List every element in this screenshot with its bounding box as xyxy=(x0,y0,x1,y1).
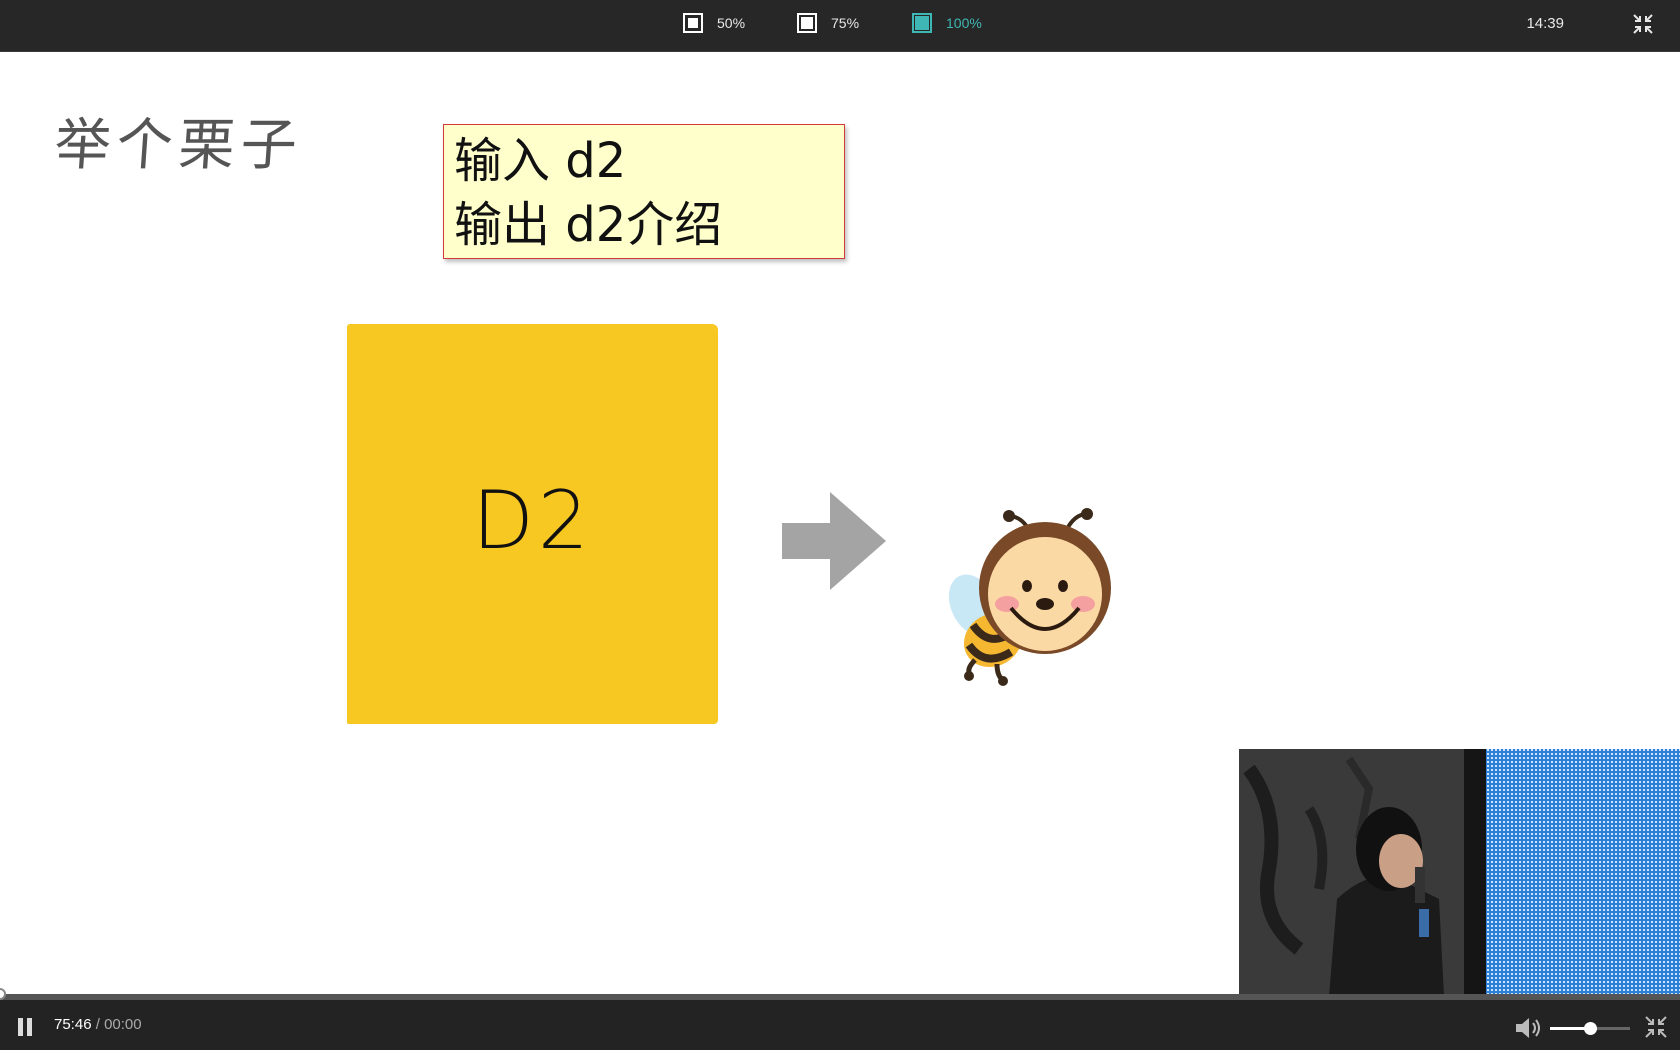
progress-bar[interactable] xyxy=(0,988,1680,1000)
zoom-100-label: 100% xyxy=(946,15,982,31)
speaker-webcam xyxy=(1239,749,1680,996)
d2-card-text: D2 xyxy=(472,474,593,567)
volume-slider[interactable] xyxy=(1550,1022,1630,1035)
duration: 00:00 xyxy=(104,1016,142,1033)
zoom-50-icon xyxy=(683,13,703,33)
annotation-note: 输入 d2 输出 d2介绍 xyxy=(443,124,845,259)
time-separator: / xyxy=(91,1016,105,1033)
note-line-output: 输出 d2介绍 xyxy=(454,197,723,253)
current-time: 75:46 xyxy=(54,1016,92,1033)
zoom-option-75[interactable]: 75% xyxy=(797,10,859,36)
zoom-100-icon xyxy=(912,13,932,33)
exit-fullscreen-icon[interactable] xyxy=(1644,1015,1668,1039)
zoom-75-label: 75% xyxy=(831,15,860,31)
player-controls: 75:46 / 00:00 xyxy=(0,988,1680,1050)
zoom-75-icon xyxy=(797,13,817,33)
volume-handle[interactable] xyxy=(1584,1022,1597,1035)
top-toolbar: 50% 75% 100% 14:39 xyxy=(0,0,1680,52)
right-arrow-icon xyxy=(782,492,886,590)
exit-fullscreen-icon[interactable] xyxy=(1632,13,1654,35)
speaker-icon[interactable] xyxy=(1514,1016,1542,1040)
slide-title: 举个栗子 xyxy=(52,113,305,178)
zoom-option-100[interactable]: 100% xyxy=(912,10,982,36)
zoom-option-50[interactable]: 50% xyxy=(683,10,745,36)
webcam-image xyxy=(1239,749,1680,996)
pause-icon[interactable] xyxy=(18,1018,36,1036)
clock: 14:39 xyxy=(1526,15,1564,32)
note-line-input: 输入 d2 xyxy=(454,133,627,189)
bee-icon xyxy=(948,508,1111,686)
time-display: 75:46 / 00:00 xyxy=(54,1016,142,1033)
d2-card: D2 xyxy=(347,324,718,724)
zoom-50-label: 50% xyxy=(717,15,746,31)
slide-canvas: 举个栗子 输入 d2 输出 d2介绍 D2 xyxy=(0,52,1680,996)
